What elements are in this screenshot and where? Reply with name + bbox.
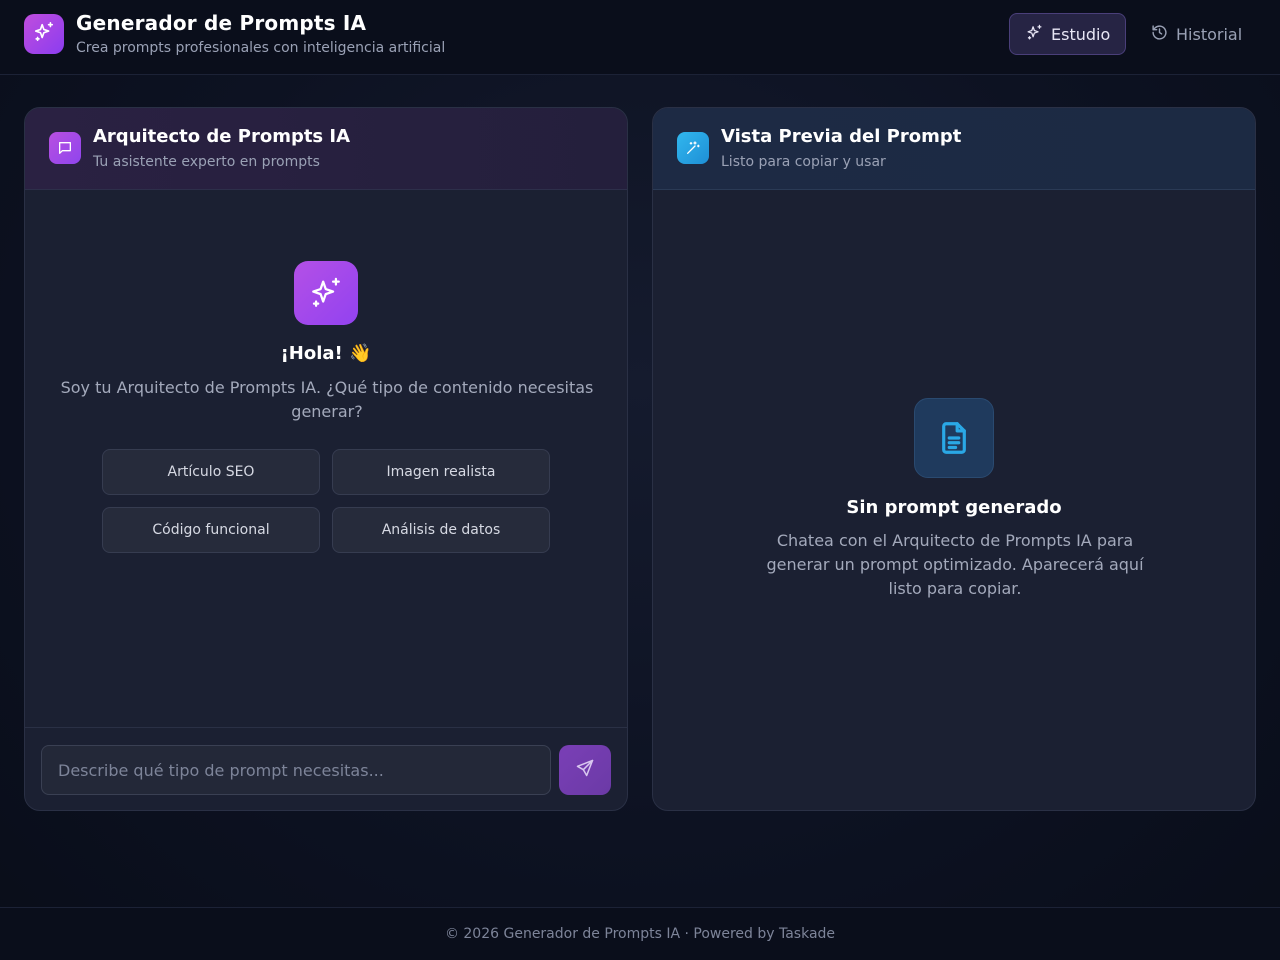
send-button[interactable] bbox=[559, 745, 611, 795]
suggestion-articulo-seo[interactable]: Artículo SEO bbox=[102, 449, 320, 495]
welcome-sparkles-icon bbox=[294, 261, 358, 325]
empty-state-text: Chatea con el Arquitecto de Prompts IA p… bbox=[766, 531, 1144, 598]
magic-wand-icon bbox=[677, 132, 709, 164]
empty-state-title: Sin prompt generado bbox=[846, 497, 1062, 518]
preview-panel-subtitle: Listo para copiar y usar bbox=[721, 154, 886, 170]
preview-panel: Vista Previa del Prompt Listo para copia… bbox=[652, 107, 1256, 811]
nav-historial-button[interactable]: Historial bbox=[1134, 13, 1256, 55]
preview-panel-title: Vista Previa del Prompt bbox=[721, 126, 962, 147]
app-title: Generador de Prompts IA bbox=[76, 11, 367, 35]
page-footer: © 2026 Generador de Prompts IA · Powered… bbox=[0, 907, 1280, 960]
send-icon bbox=[575, 758, 595, 782]
app-logo bbox=[24, 14, 64, 54]
nav-estudio-button[interactable]: Estudio bbox=[1009, 13, 1126, 55]
nav-estudio-label: Estudio bbox=[1051, 24, 1111, 44]
sparkles-icon bbox=[33, 21, 55, 47]
chat-bubble-icon bbox=[49, 132, 81, 164]
nav-historial-label: Historial bbox=[1176, 24, 1243, 44]
chat-panel-subtitle: Tu asistente experto en prompts bbox=[93, 154, 320, 170]
document-icon bbox=[914, 398, 994, 478]
chat-panel-header: Arquitecto de Prompts IA Tu asistente ex… bbox=[25, 108, 627, 190]
chat-panel-title: Arquitecto de Prompts IA bbox=[93, 126, 351, 147]
chat-input-bar bbox=[25, 727, 627, 810]
suggestion-analisis-datos[interactable]: Análisis de datos bbox=[332, 507, 550, 553]
footer-text: © 2026 Generador de Prompts IA · Powered… bbox=[444, 926, 836, 942]
sparkles-icon bbox=[1026, 24, 1043, 45]
chat-panel: Arquitecto de Prompts IA Tu asistente ex… bbox=[24, 107, 628, 811]
history-icon bbox=[1151, 24, 1168, 45]
suggestion-codigo-funcional[interactable]: Código funcional bbox=[102, 507, 320, 553]
prompt-input[interactable] bbox=[41, 745, 551, 795]
preview-panel-header: Vista Previa del Prompt Listo para copia… bbox=[653, 108, 1255, 190]
app-header: Generador de Prompts IA Crea prompts pro… bbox=[0, 0, 1280, 75]
welcome-text: Soy tu Arquitecto de Prompts IA. ¿Qué ti… bbox=[60, 378, 594, 421]
suggestion-imagen-realista[interactable]: Imagen realista bbox=[332, 449, 550, 495]
app-subtitle: Crea prompts profesionales con inteligen… bbox=[76, 40, 446, 56]
welcome-title: ¡Hola! 👋 bbox=[280, 343, 372, 364]
